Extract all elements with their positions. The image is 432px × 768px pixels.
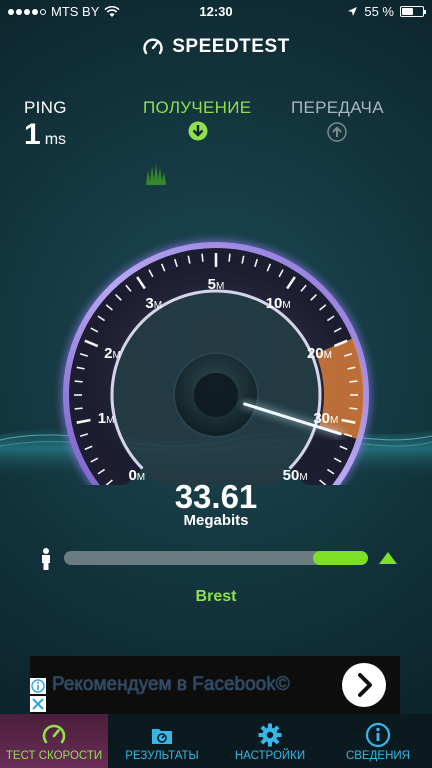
ping-label: PING (24, 98, 67, 117)
gauge-tick (349, 380, 358, 383)
ping-unit: ms (44, 131, 67, 148)
battery-percent: 55 % (364, 4, 394, 19)
tab-speed-test-label: ТЕСТ СКОРОСТИ (5, 750, 103, 762)
gauge-tick (228, 253, 231, 262)
app-title: SPEEDTEST (172, 36, 290, 57)
tab-settings[interactable]: НАСТРОЙКИ (216, 714, 324, 768)
speed-value: 33.61 (174, 478, 258, 515)
tab-info[interactable]: СВЕДЕНИЯ (324, 714, 432, 768)
ad-close-icon[interactable] (30, 696, 46, 712)
tab-results[interactable]: РЕЗУЛЬТАТЫ (108, 714, 216, 768)
server-name[interactable]: Brest (0, 588, 432, 606)
speedometer-icon (42, 724, 66, 744)
ad-info-icon[interactable] (30, 678, 46, 694)
gauge-tick (74, 380, 83, 383)
gauge-tick (201, 253, 204, 262)
gauge-hub-center (194, 373, 238, 417)
speedtest-logo-icon (143, 38, 163, 55)
ping-number: 1 (24, 118, 41, 151)
location-arrow-icon (348, 7, 358, 16)
gear-icon (258, 723, 282, 747)
tab-bar: ТЕСТ СКОРОСТИ РЕЗУЛЬТАТЫ НАСТРОЙКИ СВЕДЕ… (0, 714, 432, 768)
gauge-tick (349, 407, 358, 410)
upload-label: ПЕРЕДАЧА (291, 98, 384, 117)
speed-unit: Megabits (183, 512, 249, 529)
tab-settings-label: НАСТРОЙКИ (234, 750, 306, 762)
ad-banner[interactable]: Рекомендуем в Facebook© (30, 656, 400, 714)
status-bar: MTS BY 12:30 55 % (0, 0, 432, 24)
chevron-right-icon (358, 673, 372, 697)
info-icon (365, 722, 391, 748)
ad-go-button[interactable] (342, 663, 386, 707)
test-progress-bar (64, 551, 368, 565)
battery-icon (400, 6, 426, 17)
status-right: 55 % (347, 4, 426, 19)
results-icon (152, 729, 172, 744)
download-label: ПОЛУЧЕНИЕ (143, 98, 252, 117)
server-marker-icon (379, 552, 397, 564)
gauge-tick (74, 407, 83, 410)
download-arrow-icon (188, 121, 208, 141)
ad-text[interactable]: Рекомендуем в Facebook© (52, 674, 290, 696)
ping-value: 1 ms (24, 118, 66, 152)
tab-speed-test[interactable]: ТЕСТ СКОРОСТИ (0, 714, 108, 768)
upload-arrow-icon (327, 122, 347, 142)
tab-results-label: РЕЗУЛЬТАТЫ (125, 750, 199, 762)
app-header: SPEEDTEST (0, 36, 432, 58)
person-icon (42, 548, 50, 570)
speed-gauge: 0M1M2M3M5M10M20M30M50M (61, 240, 371, 485)
tab-info-label: СВЕДЕНИЯ (346, 750, 410, 762)
download-graph-icon (146, 164, 166, 185)
